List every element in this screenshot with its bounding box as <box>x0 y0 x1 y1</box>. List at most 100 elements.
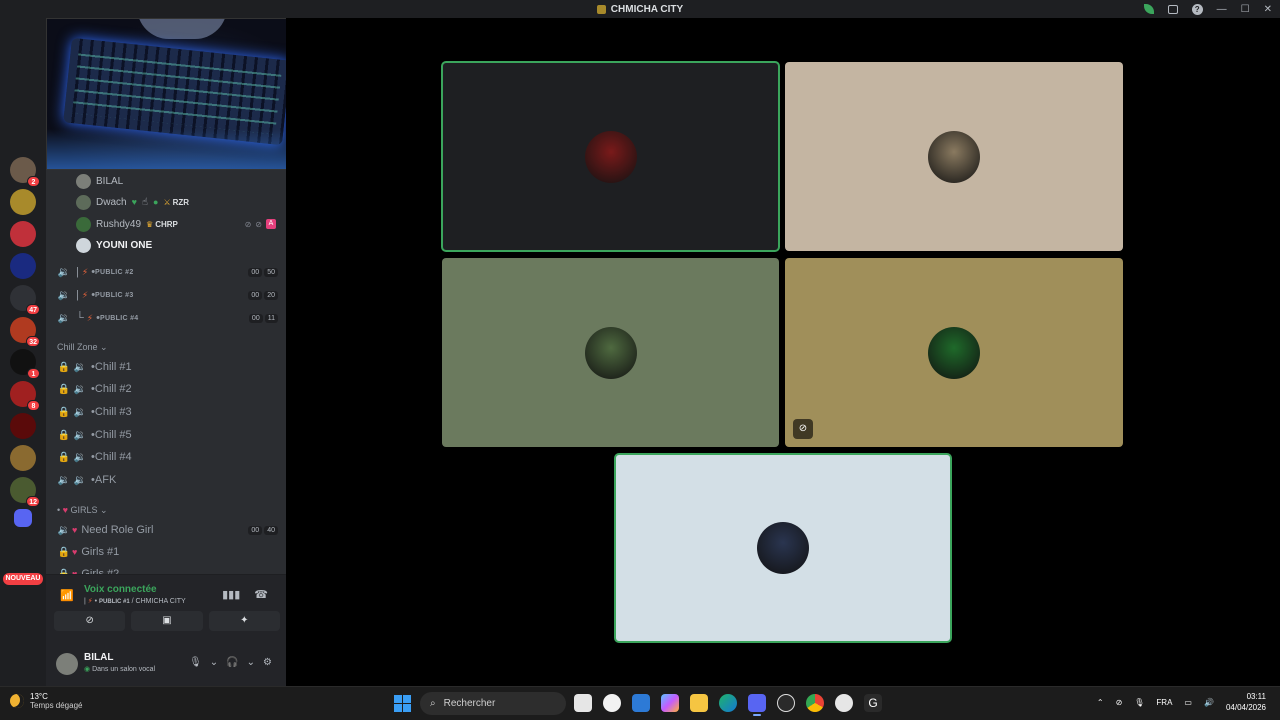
volume-icon[interactable]: 🔊 <box>1204 698 1214 707</box>
window-title: CHMICHA CITY <box>596 4 683 15</box>
voice-channel[interactable]: 🔉 | ⚡ • PUBLIC #2 00 50 <box>56 262 278 282</box>
participant-tile[interactable] <box>442 258 779 447</box>
voice-channel[interactable]: 🔉 | ⚡ • PUBLIC #3 00 20 <box>56 285 278 305</box>
camera-off-button[interactable]: ⊘ <box>54 611 126 631</box>
gear-icon[interactable]: ⚙ <box>263 657 272 668</box>
voice-channel[interactable]: 🔒 🔉 • Chill #2 <box>56 379 278 399</box>
member-item[interactable]: BILAL <box>76 172 123 190</box>
voice-channel[interactable]: 🔒 ♥ Girls #1 <box>56 542 278 562</box>
count-value: 00 <box>248 313 263 323</box>
category-chill-zone[interactable]: Chill Zone ⌄ <box>57 342 108 353</box>
voice-channel[interactable]: 🔉 🔉 • AFK <box>56 470 278 490</box>
voice-channel-path[interactable]: | ⚡ • PUBLIC #1 / CHMICHA CITY <box>84 597 186 605</box>
speaker-icon: 🔉 <box>57 289 71 301</box>
member-name: Rushdy49 <box>96 218 142 230</box>
role-tag-text: RZR <box>172 197 190 207</box>
voice-channel[interactable]: 🔒 🔉 • Chill #3 <box>56 402 278 422</box>
avatar <box>584 130 637 183</box>
server-icon-server-3[interactable]: 32 <box>10 317 40 347</box>
voice-channel[interactable]: 🔒 🔉 • Chill #5 <box>56 425 278 445</box>
channel-name: PUBLIC #4 <box>99 314 139 322</box>
weather-widget[interactable]: 13°C Temps dégagé <box>10 692 82 710</box>
file-explorer-icon[interactable] <box>690 694 708 712</box>
clock[interactable]: 03:11 04/04/2026 <box>1226 691 1266 713</box>
microphone-tray-icon[interactable]: 🎙 <box>1134 698 1144 707</box>
voice-status-icon: ◉ <box>84 666 91 673</box>
user-name: BILAL <box>84 652 114 663</box>
logitech-icon[interactable]: G <box>864 694 882 712</box>
member-item[interactable]: Rushdy49 ♛ CHRP <box>76 215 178 233</box>
channel-name: Chill #5 <box>94 429 132 441</box>
chevron-down-icon[interactable]: ⌄ <box>247 657 255 668</box>
activities-button[interactable]: ✦ <box>208 611 280 631</box>
inbox-icon[interactable] <box>1167 4 1178 14</box>
participant-tile[interactable] <box>785 62 1123 251</box>
alien-icon: ● <box>153 197 159 207</box>
server-icon-server-4[interactable]: 8 <box>10 381 40 411</box>
edge-icon[interactable] <box>719 694 737 712</box>
server-icon-server-6[interactable] <box>10 445 36 471</box>
webcam-overlay <box>46 18 286 170</box>
participant-tile[interactable] <box>441 61 780 252</box>
clock-app-icon[interactable] <box>603 694 621 712</box>
discord-icon[interactable] <box>748 694 766 716</box>
nitro-leaf-icon[interactable] <box>1143 4 1154 14</box>
store-icon[interactable] <box>632 694 650 712</box>
start-button[interactable] <box>394 695 411 712</box>
signal-icon: 📶 <box>60 590 74 602</box>
avatar[interactable] <box>56 653 78 675</box>
mic-muted-icon: ⊘ <box>793 419 813 439</box>
wifi-icon[interactable]: ▭ <box>1184 698 1192 707</box>
close-button[interactable]: ✕ <box>1264 4 1272 15</box>
network-icon[interactable]: ⊘ <box>1116 698 1123 707</box>
voice-channel-name: PUBLIC #1 <box>99 599 130 605</box>
member-name: YOUNI ONE <box>96 239 153 251</box>
category-girls[interactable]: • ♥ GIRLS ⌄ <box>57 505 108 516</box>
disconnect-icon[interactable]: ☎ <box>254 588 268 601</box>
divider-icon: └ <box>76 312 84 324</box>
search-input[interactable]: ⌕ Rechercher <box>420 692 566 715</box>
language-indicator[interactable]: FRA <box>1156 698 1172 707</box>
speaker-icon: 🔉 <box>73 406 87 418</box>
participant-tile[interactable] <box>614 453 952 643</box>
voice-stage: ⊘ <box>286 18 1280 686</box>
help-icon[interactable]: ? <box>1191 3 1203 15</box>
chrome-icon[interactable] <box>806 694 824 712</box>
server-icon-server-2[interactable]: 47 <box>10 285 40 315</box>
voice-channel[interactable]: 🔒 🔉 • Chill #1 <box>56 357 278 377</box>
voice-channel[interactable]: 🔉 ♥ Need Role Girl 00 40 <box>56 520 278 540</box>
voice-channel[interactable]: 🔉 └ ⚡ • PUBLIC #4 00 11 <box>56 308 278 328</box>
screen-share-button[interactable]: ▣ <box>131 611 203 631</box>
member-item[interactable]: YOUNI ONE <box>76 236 152 254</box>
headphones-icon[interactable]: 🎧 <box>226 657 238 668</box>
app-icon[interactable] <box>777 694 795 712</box>
moon-icon <box>10 694 24 708</box>
server-icon-server-1[interactable]: 2 <box>10 157 40 187</box>
steam-icon[interactable] <box>835 694 853 712</box>
server-icon-server-nf[interactable] <box>10 253 36 279</box>
member-status-icons: ⊘ ⊘ A <box>245 219 276 229</box>
app-badge-icon: A <box>266 219 276 229</box>
server-icon-server-chmicha[interactable] <box>10 189 36 215</box>
channel-sidebar: A. ISSAM♛CHRPBILALDwach♥☝●⚔RZRRushdy49♛C… <box>46 18 286 686</box>
member-item[interactable]: Dwach ♥ ☝ ● ⚔ RZR <box>76 193 189 211</box>
copilot-icon[interactable] <box>661 694 679 712</box>
notification-badge: 47 <box>26 304 40 315</box>
server-icon-server-7[interactable]: 12 <box>10 477 40 507</box>
avatar <box>928 326 980 379</box>
task-view-icon[interactable] <box>574 694 592 712</box>
chevron-down-icon[interactable]: ⌄ <box>210 657 218 668</box>
server-icon-server-rv[interactable]: 1 <box>10 349 40 379</box>
noise-suppression-icon[interactable]: ▮▮▮ <box>222 588 240 601</box>
minimize-button[interactable]: — <box>1217 4 1227 15</box>
title-bar: CHMICHA CITY ? — ☐ ✕ <box>0 0 1280 18</box>
voice-channel[interactable]: 🔒 🔉 • Chill #4 <box>56 447 278 467</box>
maximize-button[interactable]: ☐ <box>1241 4 1250 15</box>
microphone-icon[interactable]: 🎙 <box>189 657 202 668</box>
server-icon-folder[interactable] <box>14 509 32 527</box>
chevron-up-icon[interactable]: ⌃ <box>1097 698 1104 707</box>
participant-tile[interactable]: ⊘ <box>785 258 1123 447</box>
server-icon-server-5[interactable] <box>10 413 36 439</box>
count-value: 11 <box>264 313 278 323</box>
server-icon-server-a[interactable] <box>10 221 36 247</box>
